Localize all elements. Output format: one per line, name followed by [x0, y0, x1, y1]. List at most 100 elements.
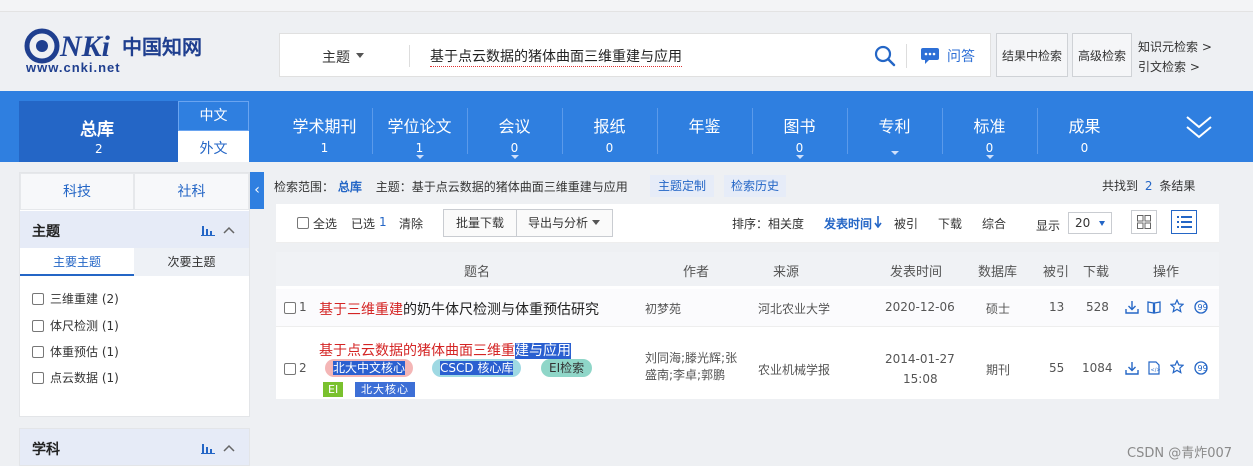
found-prefix: 共找到	[1102, 179, 1139, 193]
tag-pku-core[interactable]: 北大中文核心	[325, 359, 414, 377]
row-checkbox[interactable]	[284, 363, 296, 375]
checkbox[interactable]	[32, 320, 44, 332]
expand-chevron-icon[interactable]	[1184, 114, 1214, 142]
filter-count: (1)	[101, 345, 119, 359]
nav-item-books[interactable]: 图书 0	[752, 101, 847, 162]
select-all-checkbox[interactable]	[297, 217, 309, 229]
search-input[interactable]: 基于点云数据的猪体曲面三维重建与应用	[430, 46, 682, 67]
selected-label: 已选	[351, 217, 376, 231]
checkbox[interactable]	[32, 372, 44, 384]
grid-view-button[interactable]	[1131, 210, 1157, 234]
title-highlight: 基于点云数据的猪体曲面三维重	[319, 343, 515, 359]
row-time: 15:08	[903, 372, 938, 386]
sort-cited[interactable]: 被引	[894, 215, 918, 232]
list-view-button[interactable]	[1171, 210, 1197, 234]
row-author[interactable]: 刘同海;滕光辉;张盛南;李卓;郭鹏	[645, 350, 749, 384]
badge-ei: EI	[323, 382, 344, 397]
sort-download[interactable]: 下载	[938, 215, 962, 232]
filter-count: (1)	[101, 319, 119, 333]
row-cited: 55	[1049, 361, 1065, 375]
chevron-down-icon	[415, 155, 424, 159]
nav-item-label: 报纸	[593, 117, 626, 136]
download-icon[interactable]	[1125, 361, 1139, 375]
filter-item[interactable]: 三维重建 (2)	[32, 290, 119, 307]
search-scope-select[interactable]: 主题	[322, 47, 350, 67]
top-strip	[0, 0, 1253, 12]
svg-text:www.cnki.net: www.cnki.net	[25, 60, 121, 75]
nav-item-patents[interactable]: 专利	[847, 101, 942, 162]
row-title[interactable]: 基于三维重建的奶牛体尺检测与体重预估研究	[319, 299, 599, 319]
tab-secondary-topic[interactable]: 次要主题	[134, 248, 249, 276]
topic-customize-button[interactable]: 主题定制	[650, 175, 714, 197]
nav-item-theses[interactable]: 学位论文 1	[372, 101, 467, 162]
ask-link[interactable]: 问答	[947, 46, 975, 66]
found-suffix: 条结果	[1159, 179, 1196, 193]
nav-item-newspaper[interactable]: 报纸 0	[562, 101, 657, 162]
arrow-down-icon	[874, 216, 882, 228]
tag-ei[interactable]: EI检索	[541, 359, 593, 377]
row-source[interactable]: 农业机械学报	[758, 361, 830, 378]
collapse-panel-button[interactable]: ‹	[250, 172, 264, 209]
sort-label: 排序：	[732, 217, 769, 231]
export-analysis-dropdown[interactable]: 导出与分析	[516, 209, 613, 237]
html-read-icon[interactable]: </>	[1147, 361, 1161, 375]
star-icon[interactable]	[1170, 360, 1184, 374]
nav-item-journals[interactable]: 学术期刊 1	[277, 101, 372, 162]
section-title: 学科	[32, 442, 60, 458]
cnki-logo[interactable]: NKi 中国知网 www.cnki.net	[22, 26, 212, 76]
row-author[interactable]: 初梦苑	[645, 300, 681, 317]
tab-science[interactable]: 科技	[20, 173, 134, 210]
topic-crumb: 主题：基于点云数据的猪体曲面三维重建与应用	[375, 180, 628, 194]
filter-item[interactable]: 体尺检测 (1)	[32, 317, 119, 334]
select-all-label[interactable]: 全选	[313, 215, 337, 232]
filter-item[interactable]: 点云数据 (1)	[32, 369, 119, 386]
row-cited: 13	[1049, 300, 1065, 314]
clear-button[interactable]: 清除	[399, 215, 423, 232]
nav-item-standards[interactable]: 标准 0	[942, 101, 1037, 162]
search-icon[interactable]	[874, 45, 896, 67]
advanced-search-button[interactable]: 高级检索	[1072, 33, 1132, 77]
sort-date[interactable]: 发表时间	[824, 215, 872, 232]
row-number: 1	[299, 300, 307, 314]
sort-relevance[interactable]: 相关度	[768, 215, 804, 232]
sort-overall[interactable]: 综合	[982, 215, 1006, 232]
citation-search-link[interactable]: 引文检索 >	[1138, 57, 1212, 77]
row-title[interactable]: 基于点云数据的猪体曲面三维重建与应用	[319, 340, 571, 360]
tab-primary-topic[interactable]: 主要主题	[20, 248, 134, 276]
divider	[906, 44, 907, 68]
page-size-label: 显示	[1036, 219, 1061, 233]
chart-icon[interactable]	[201, 442, 215, 454]
chat-icon[interactable]	[920, 46, 940, 66]
chevron-up-icon[interactable]	[223, 443, 235, 453]
row-source[interactable]: 河北农业大学	[758, 300, 830, 317]
row-checkbox[interactable]	[284, 302, 296, 314]
nav-item-yearbook[interactable]: 年鉴	[657, 101, 752, 162]
scope-value[interactable]: 总库	[338, 180, 362, 194]
nav-item-count: 0	[985, 141, 994, 155]
lang-foreign-tab[interactable]: 外文	[178, 131, 249, 162]
search-in-results-button[interactable]: 结果中检索	[996, 33, 1068, 77]
quote-icon[interactable]: 99	[1194, 361, 1208, 375]
nav-item-conference[interactable]: 会议 0	[467, 101, 562, 162]
nav-item-label: 会议	[498, 117, 531, 136]
star-icon[interactable]	[1170, 299, 1184, 313]
scope-label: 检索范围：	[274, 180, 335, 194]
checkbox[interactable]	[32, 293, 44, 305]
read-book-icon[interactable]	[1147, 300, 1161, 314]
knowledge-search-link[interactable]: 知识元检索 >	[1138, 37, 1212, 57]
lang-chinese-tab[interactable]: 中文	[178, 101, 249, 131]
filter-item[interactable]: 体重预估 (1)	[32, 343, 119, 360]
page-size-select[interactable]: 20	[1068, 212, 1112, 234]
chart-icon[interactable]	[201, 224, 215, 236]
chevron-up-icon[interactable]	[223, 225, 235, 235]
selected-count[interactable]: 1	[379, 215, 387, 229]
quote-icon[interactable]: 99	[1194, 300, 1208, 314]
tab-social-science[interactable]: 社科	[134, 173, 249, 210]
nav-item-achievements[interactable]: 成果 0	[1037, 101, 1132, 162]
download-icon[interactable]	[1125, 300, 1139, 314]
checkbox[interactable]	[32, 346, 44, 358]
tag-cscd[interactable]: CSCD 核心库	[432, 359, 522, 377]
batch-download-button[interactable]: 批量下载	[443, 209, 517, 237]
nav-item-count: 1	[415, 141, 424, 155]
search-history-button[interactable]: 检索历史	[724, 175, 786, 197]
